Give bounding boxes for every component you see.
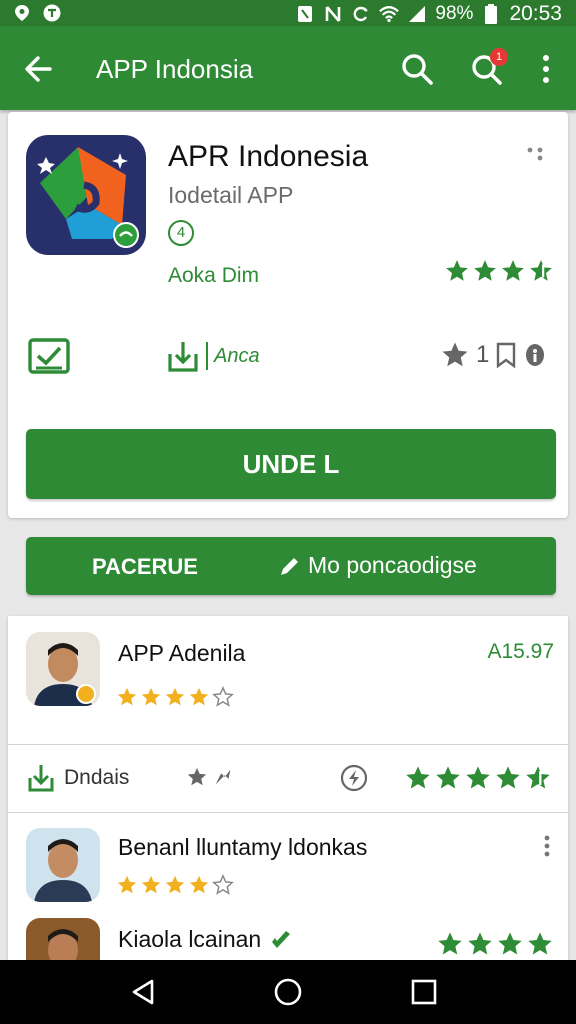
avatar	[26, 632, 100, 706]
bookmark-icon	[497, 342, 516, 368]
developer-label[interactable]: Aoka Dim	[168, 264, 259, 288]
list-item-title-text: Kiaola lcainan	[118, 926, 262, 952]
status-bar: 98% 20:53	[0, 0, 576, 26]
app-name: APR Indonesia	[168, 140, 369, 173]
avatar	[26, 828, 100, 902]
list-item-title: Benanl lluntamy ldonkas	[118, 834, 368, 860]
app-subtitle: Iodetail APP	[168, 182, 294, 208]
flash-icon[interactable]	[340, 764, 368, 792]
location-icon	[12, 3, 32, 23]
app-detail-card: APR Indonesia Iodetail APP 4 Aoka Dim An…	[8, 112, 568, 518]
star-outline-icon	[442, 342, 468, 367]
list-item-stars	[436, 930, 554, 958]
star-icon	[466, 766, 490, 789]
app-bar-title: APP Indonsia	[96, 54, 254, 84]
meta-row: Dndais	[8, 744, 568, 808]
download-action[interactable]: Dndais	[26, 762, 129, 794]
secondary-action-bar: PACERUE Mo poncaodigse	[26, 537, 556, 595]
divider-bar	[206, 342, 208, 370]
action-left-button[interactable]: PACERUE	[92, 554, 198, 580]
star-icon	[141, 875, 161, 894]
nav-home-icon[interactable]	[272, 976, 304, 1008]
download-icon	[28, 765, 54, 792]
nav-recents-icon[interactable]	[408, 976, 440, 1008]
system-nav-bar	[0, 960, 576, 1024]
list-item-price: A15.97	[487, 640, 554, 663]
star-icon	[117, 875, 137, 894]
related-apps-list: APP Adenila A15.97 Dndais Benanl lluntam…	[8, 616, 568, 976]
star-outline-icon	[212, 686, 234, 707]
app-bar: APP Indonsia 1	[0, 26, 576, 110]
action-right-button[interactable]: Mo poncaodigse	[278, 552, 477, 579]
pencil-icon	[281, 557, 298, 575]
star-icon	[187, 767, 207, 786]
notification-badge: 1	[490, 48, 508, 66]
list-item-stars	[116, 874, 234, 896]
more-vert-icon[interactable]	[542, 834, 552, 858]
meta-share[interactable]	[186, 766, 234, 788]
install-info: Anca	[166, 338, 260, 374]
clock: 20:53	[509, 2, 562, 25]
wifi-icon	[379, 4, 400, 24]
star-icon	[468, 932, 492, 955]
rating-info: 1	[440, 340, 547, 370]
back-arrow-icon[interactable]	[20, 50, 58, 88]
nav-back-icon[interactable]	[128, 976, 160, 1008]
list-item-title: Kiaola lcainan	[118, 926, 293, 953]
sync-icon	[323, 4, 343, 24]
action-right-label: Mo poncaodigse	[308, 552, 477, 578]
star-icon	[502, 260, 524, 281]
meta-rating-stars	[404, 764, 552, 792]
alarm-icon	[351, 4, 371, 24]
star-icon	[189, 875, 209, 894]
download-hand-icon	[168, 342, 198, 372]
list-item-stars	[116, 686, 234, 708]
install-button[interactable]: UNDE L	[26, 429, 556, 499]
list-item[interactable]: Benanl lluntamy ldonkas	[8, 814, 568, 910]
info-icon[interactable]	[523, 342, 547, 368]
star-icon	[438, 932, 462, 955]
star-icon	[436, 766, 460, 789]
star-outline-icon	[212, 874, 234, 895]
divider	[8, 812, 568, 813]
app-rating-stars	[444, 258, 554, 284]
app-stats-row: Anca 1	[8, 334, 568, 384]
star-icon	[406, 766, 430, 789]
overflow-dots-icon[interactable]	[526, 146, 546, 162]
share-arrow-icon	[215, 769, 231, 785]
download-label: Dndais	[64, 766, 130, 789]
nfc-icon	[295, 4, 315, 24]
checkbox-icon[interactable]	[28, 338, 70, 374]
star-icon	[528, 932, 552, 955]
notification-icon	[42, 3, 62, 23]
star-icon	[189, 687, 209, 706]
list-item[interactable]: APP Adenila A15.97	[8, 616, 568, 744]
rating-count: 1	[476, 341, 490, 368]
star-icon	[165, 687, 185, 706]
app-logo-icon	[26, 135, 146, 255]
battery-icon	[481, 4, 501, 24]
star-half-icon	[526, 766, 550, 789]
star-half-icon	[530, 260, 552, 281]
star-icon	[474, 260, 496, 281]
star-icon	[498, 932, 522, 955]
list-item-title: APP Adenila	[118, 640, 246, 666]
battery-percent: 98%	[435, 3, 474, 24]
star-icon	[117, 687, 137, 706]
signal-icon	[407, 4, 427, 24]
star-icon	[165, 875, 185, 894]
star-icon	[446, 260, 468, 281]
install-label: Anca	[214, 344, 260, 367]
star-icon	[141, 687, 161, 706]
more-vert-icon[interactable]	[534, 50, 558, 88]
star-icon	[496, 766, 520, 789]
search-icon[interactable]	[398, 50, 436, 88]
age-rating-badge: 4	[168, 220, 194, 246]
verified-icon	[272, 930, 291, 948]
